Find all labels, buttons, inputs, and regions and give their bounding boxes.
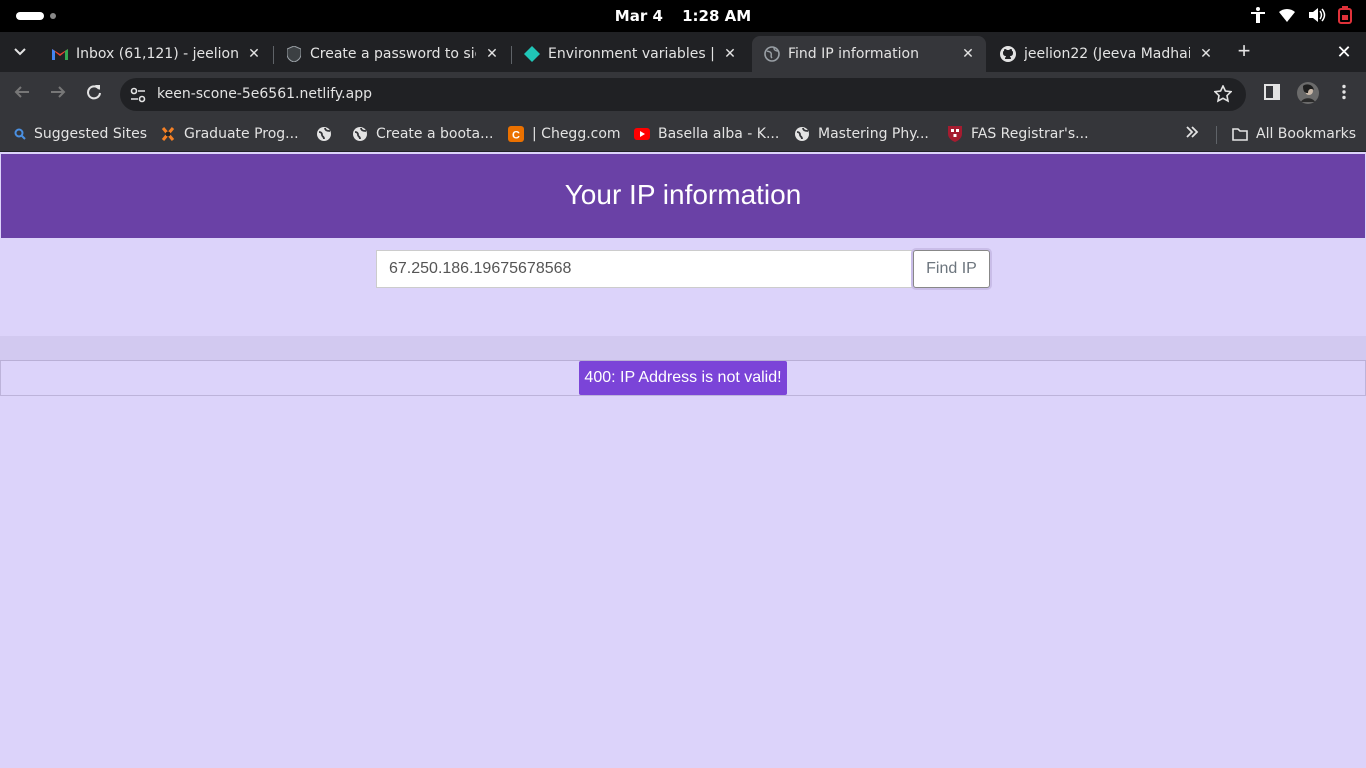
all-bookmarks-folder[interactable]: All Bookmarks [1232,124,1356,144]
netlify-icon [524,46,540,62]
close-icon: ✕ [1336,42,1352,62]
accessibility-icon[interactable] [1250,6,1266,24]
tab-title: Create a password to sign [310,46,476,62]
bookmark-label: Create a boota... [376,126,494,142]
tab-title: Inbox (61,121) - jeelion22@ [76,46,238,62]
bookmark-globe[interactable] [316,124,340,144]
github-icon [1000,46,1016,62]
globe-icon [764,46,780,62]
window-close-button[interactable]: ✕ [1332,40,1356,64]
kebab-menu-icon[interactable] [1336,84,1352,105]
clock-date: Mar 4 [614,7,663,25]
site-info-icon[interactable] [130,87,146,108]
reload-button[interactable] [82,82,106,106]
chevron-down-icon [14,43,26,61]
ip-input[interactable] [376,250,914,288]
bookmark-star-icon[interactable] [1213,84,1233,108]
close-icon[interactable]: ✕ [1196,44,1216,64]
arrow-right-icon [50,84,66,105]
clock-time: 1:28 AM [682,7,752,25]
bookmark-basella-alba[interactable]: Basella alba - K... [634,124,779,144]
bookmark-label: FAS Registrar's... [971,126,1089,142]
more-bookmarks-button[interactable] [1185,124,1199,144]
tab-title: Environment variables | S [548,46,714,62]
princeton-icon [160,126,176,142]
harvard-shield-icon [947,126,963,142]
bookmark-label: Suggested Sites [34,126,148,142]
folder-icon [1232,126,1248,142]
page-header: Your IP information [1,154,1365,238]
close-icon[interactable]: ✕ [482,44,502,64]
bookmark-mastering-physics[interactable]: Mastering Phy... [794,124,929,144]
tab-search-button[interactable] [8,40,32,64]
bookmark-fas-registrar[interactable]: FAS Registrar's... [947,124,1089,144]
volume-icon[interactable] [1308,7,1326,23]
bookmark-create-bootable[interactable]: Create a boota... [352,124,493,144]
bookmark-label: Basella alba - K... [658,126,780,142]
browser-toolbar: keen-scone-5e6561.netlify.app [0,72,1366,116]
tab-gmail[interactable]: Inbox (61,121) - jeelion22@ ✕ [40,36,272,72]
system-tray[interactable] [1250,6,1352,24]
bookmark-chegg[interactable]: C | Chegg.com [508,124,621,144]
tab-create-password[interactable]: Create a password to sign ✕ [274,36,510,72]
bookmark-graduate-programs[interactable]: Graduate Prog... [160,124,299,144]
new-tab-button[interactable]: + [1232,40,1256,64]
back-button[interactable] [10,82,34,106]
battery-icon[interactable] [1338,6,1352,24]
tab-environment-variables[interactable]: Environment variables | S ✕ [512,36,748,72]
youtube-icon [634,126,650,142]
page-content: Your IP information Find IP 400: IP Addr… [0,153,1366,768]
error-message: 400: IP Address is not valid! [579,361,787,395]
system-top-bar: Mar 4 1:28 AM [0,0,1366,32]
globe-icon [316,126,332,142]
globe-icon [352,126,368,142]
ip-search-form: Find IP [376,250,990,288]
double-chevron-right-icon [1185,126,1199,142]
bookmark-label: Mastering Phy... [818,126,929,142]
bookmark-label: Graduate Prog... [184,126,299,142]
bookmark-suggested-sites[interactable]: Suggested Sites [14,124,147,144]
close-icon[interactable]: ✕ [720,44,740,64]
profile-avatar[interactable] [1297,82,1319,109]
tab-title: Find IP information [788,46,919,62]
bookmarks-divider [1216,126,1217,144]
arrow-left-icon [14,84,30,105]
globe-icon [794,126,810,142]
shield-icon [286,46,302,62]
url-text: keen-scone-5e6561.netlify.app [157,86,372,102]
plus-icon: + [1237,38,1251,63]
bookmark-label: | Chegg.com [532,126,621,142]
gmail-icon [52,46,68,62]
side-panel-icon[interactable] [1264,84,1280,105]
bookmark-label: All Bookmarks [1256,126,1357,142]
tab-strip: Inbox (61,121) - jeelion22@ ✕ Create a p… [0,32,1366,72]
address-bar[interactable]: keen-scone-5e6561.netlify.app [120,78,1246,111]
tab-github[interactable]: jeelion22 (Jeeva Madhaiyan ✕ [988,36,1224,72]
close-icon[interactable]: ✕ [244,44,264,64]
tab-title: jeelion22 (Jeeva Madhaiyan [1024,46,1190,62]
wifi-icon[interactable] [1278,7,1296,23]
close-icon[interactable]: ✕ [958,44,978,64]
search-icon [14,126,26,142]
bookmarks-bar: Suggested Sites Graduate Prog... Create … [0,116,1366,152]
tab-find-ip[interactable]: Find IP information ✕ [752,36,986,72]
page-title: Your IP information [564,179,802,210]
svg-text:C: C [512,130,520,142]
find-ip-button[interactable]: Find IP [913,250,990,288]
result-header [0,336,1366,361]
system-clock[interactable]: Mar 4 1:28 AM [0,7,1366,25]
forward-button[interactable] [46,82,70,106]
reload-icon [86,84,102,105]
chegg-icon: C [508,126,524,142]
